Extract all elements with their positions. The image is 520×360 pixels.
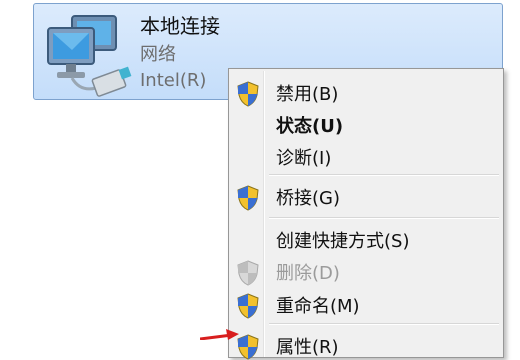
- menu-item-bridge[interactable]: 桥接(G): [231, 181, 501, 211]
- shield-icon: [237, 293, 259, 319]
- menu-item-disable[interactable]: 禁用(B): [231, 77, 501, 107]
- menu-item-label: 状态(U): [276, 116, 344, 137]
- connection-network: 网络: [140, 44, 176, 65]
- menu-item-status[interactable]: 状态(U): [231, 109, 501, 139]
- shield-icon: [237, 260, 259, 286]
- shield-icon: [237, 185, 259, 211]
- menu-item-label: 诊断(I): [276, 148, 332, 169]
- context-menu: 禁用(B) 状态(U) 诊断(I) 桥接(G) 创建快捷方式(S) 删除(D): [228, 68, 504, 360]
- menu-separator: [269, 174, 499, 176]
- menu-item-rename[interactable]: 重命名(M): [231, 289, 501, 319]
- menu-item-label: 禁用(B): [276, 84, 339, 105]
- red-arrow-icon: [200, 329, 239, 340]
- menu-item-label: 创建快捷方式(S): [276, 231, 410, 252]
- menu-item-diagnose[interactable]: 诊断(I): [231, 141, 501, 171]
- connection-adapter: Intel(R): [140, 70, 207, 91]
- menu-item-label: 桥接(G): [276, 188, 340, 209]
- menu-item-label: 属性(R): [276, 337, 339, 358]
- menu-item-create-shortcut[interactable]: 创建快捷方式(S): [231, 224, 501, 254]
- menu-item-label: 重命名(M): [276, 296, 360, 317]
- shield-icon: [237, 81, 259, 107]
- network-adapter-icon: [47, 15, 132, 97]
- connection-name: 本地连接: [140, 14, 220, 38]
- menu-item-delete: 删除(D): [231, 256, 501, 286]
- menu-separator: [269, 217, 499, 219]
- menu-item-label: 删除(D): [276, 263, 340, 284]
- menu-separator: [269, 323, 499, 325]
- menu-item-properties[interactable]: 属性(R): [231, 330, 501, 360]
